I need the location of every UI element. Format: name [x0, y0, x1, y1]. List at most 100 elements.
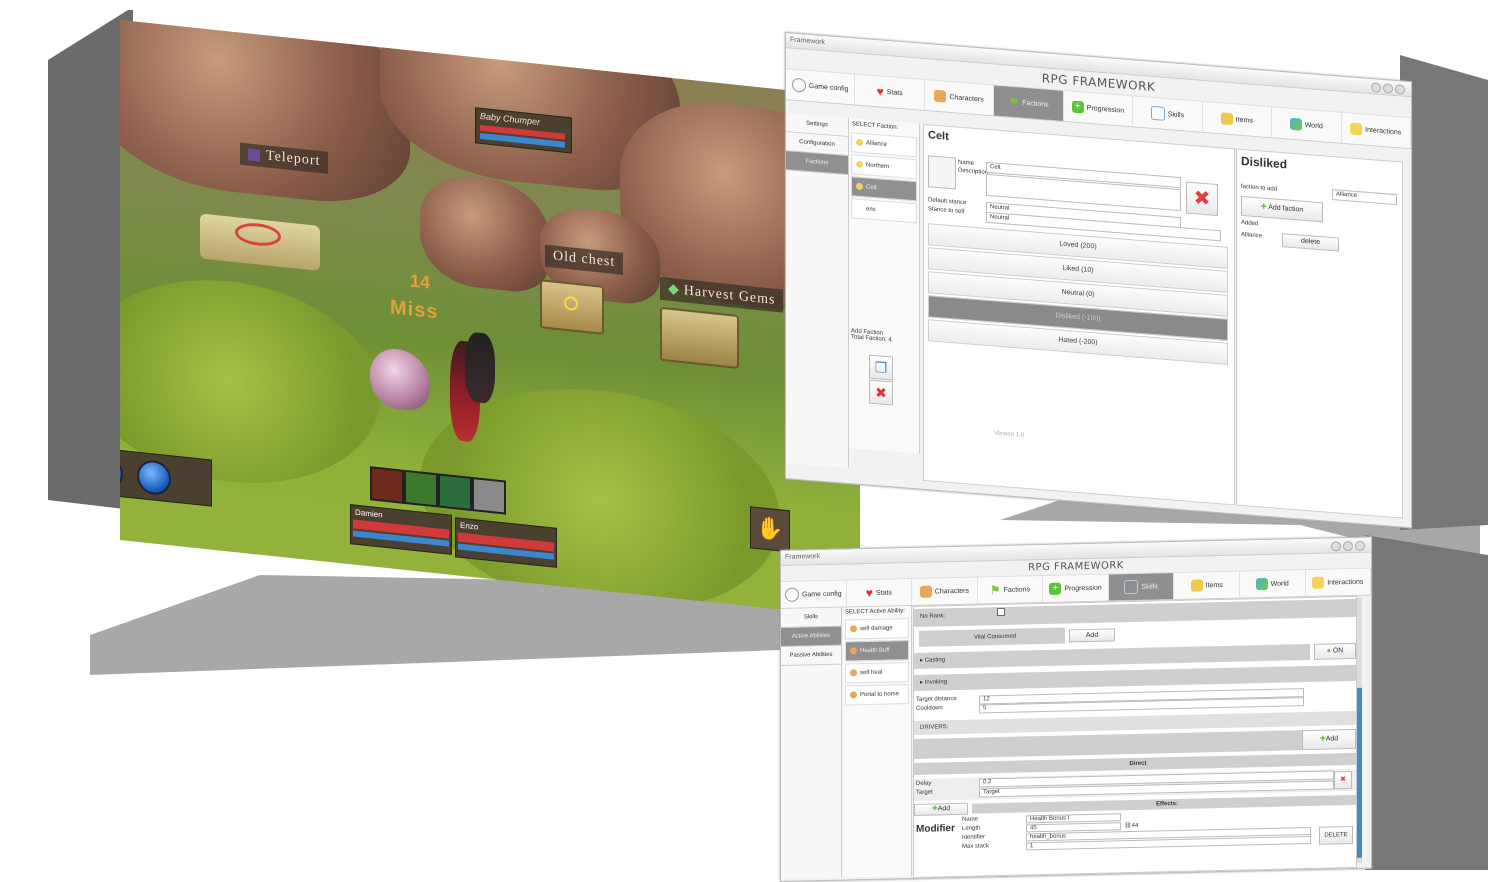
skills-icon	[1124, 579, 1139, 595]
copy-button[interactable]: ❐	[869, 354, 893, 381]
list-item[interactable]: self damage	[845, 618, 909, 640]
ability-form: No Rank: Vital Consumed Add ▸ Casting ● …	[913, 595, 1357, 878]
tab-characters[interactable]: Characters	[912, 577, 978, 606]
scrollbar-thumb[interactable]	[1357, 687, 1362, 858]
maximize-button[interactable]	[1383, 83, 1393, 94]
minimize-button[interactable]	[1371, 82, 1381, 93]
faction-detail: Celt Name Description Celt ✖ Default sta…	[923, 123, 1235, 506]
teleport-pad[interactable]	[200, 213, 320, 272]
faction-list: SELECT Faction: Alliance Northern Celt e…	[849, 118, 920, 454]
tab-label: Interactions	[1327, 578, 1364, 587]
casting-section[interactable]: ▸ Casting	[914, 643, 1310, 669]
add-driver-button[interactable]: ✚Add	[1302, 728, 1356, 751]
list-item[interactable]: Health Buff	[845, 640, 909, 662]
heal-skill-icon[interactable]	[438, 473, 472, 511]
list-item[interactable]: ens	[851, 198, 917, 224]
sidebar-item-factions[interactable]: Factions	[786, 151, 848, 175]
tab-factions[interactable]: ⚑ Factions	[994, 85, 1064, 121]
flag-icon: ⚑	[989, 582, 1001, 598]
delete-button[interactable]: delete	[1282, 233, 1339, 252]
delete-icon[interactable]: ✖	[1186, 181, 1218, 217]
delete-driver-icon[interactable]: ✖	[1334, 771, 1352, 790]
gem-icon: ◆	[668, 281, 680, 298]
casting-toggle[interactable]: ● ON	[1314, 642, 1356, 660]
faction-to-add-label: faction to add	[1241, 183, 1278, 193]
ability-name: Health Buff	[860, 647, 890, 655]
target-distance-label: Target distance	[916, 695, 957, 703]
delete-faction-button[interactable]: ✖	[869, 379, 893, 406]
tab-items[interactable]: Items	[1174, 571, 1240, 600]
add-vital-button[interactable]: Add	[1069, 627, 1115, 642]
delete-modifier-button[interactable]: DELETE	[1319, 825, 1353, 845]
game-viewport[interactable]: Teleport Old chest ◆ Harvest Gems Baby Ch…	[120, 20, 860, 618]
faction-to-add-select[interactable]: Alliance	[1332, 189, 1397, 206]
vital-consumed-label: Vital Consumed	[919, 627, 1065, 647]
tab-skills[interactable]: Skills	[1133, 96, 1203, 132]
faction-icon	[856, 138, 863, 147]
list-item[interactable]: Portal to home	[845, 684, 909, 706]
tab-label: World	[1270, 579, 1289, 588]
tab-stats[interactable]: ♥ Stats	[855, 74, 925, 111]
tab-label: Progression	[1086, 104, 1125, 115]
tab-game-config[interactable]: Game config	[786, 69, 856, 105]
up-arrow-orb-icon[interactable]	[137, 458, 171, 497]
cliff-rock	[120, 20, 410, 211]
skills-icon	[1150, 105, 1165, 121]
add-faction-button[interactable]: ✚ Add faction	[1241, 195, 1323, 223]
tab-characters[interactable]: Characters	[924, 80, 995, 116]
up-arrow-orb-icon[interactable]	[120, 453, 123, 492]
added-label: Added	[1241, 219, 1259, 228]
old-chest[interactable]	[540, 279, 604, 335]
faction-icon	[856, 160, 863, 169]
sidebar-item-passive-abilities[interactable]: Passive Abilities	[781, 645, 841, 666]
list-item[interactable]: Northern	[851, 154, 917, 180]
sword-skill-icon[interactable]	[370, 466, 404, 504]
tab-world[interactable]: World	[1239, 570, 1306, 598]
sidebar-item-active-abilities[interactable]: Active Abilities	[781, 626, 841, 647]
no-rank-checkbox[interactable]	[996, 607, 1005, 617]
interactions-icon	[1350, 122, 1363, 136]
ability-name: Portal to home	[860, 691, 900, 699]
add-faction-info: Add Faction Total Faction: 4	[851, 328, 892, 343]
modifier-length-label: Length	[962, 825, 981, 832]
harvest-gems-node[interactable]	[660, 306, 739, 370]
add-label: Add	[1325, 735, 1339, 743]
tab-label: Factions	[1022, 99, 1049, 109]
leaf-skill-icon[interactable]	[404, 469, 438, 508]
tab-world[interactable]: World	[1272, 107, 1342, 143]
tab-progression[interactable]: + Progression	[1043, 574, 1109, 603]
casting-label: Casting	[924, 657, 946, 664]
tab-skills[interactable]: Skills	[1108, 573, 1175, 601]
default-stance-label: Default stance	[928, 197, 967, 207]
close-button[interactable]	[1395, 84, 1405, 95]
tab-label: Stats	[875, 588, 892, 597]
miss-text: Miss	[390, 296, 439, 324]
form-scrollbar[interactable]	[1357, 597, 1362, 863]
heart-icon: ♥	[876, 84, 884, 99]
tab-factions[interactable]: ⚑ Factions	[977, 576, 1044, 604]
faction-portrait[interactable]	[928, 155, 956, 190]
list-item[interactable]: self heal	[845, 662, 909, 684]
interact-hand-icon[interactable]: ✋	[750, 506, 790, 553]
gear-icon	[784, 587, 799, 602]
list-item[interactable]: Celt	[851, 176, 917, 202]
faction-name: ens	[866, 206, 876, 214]
empty-skill-slot[interactable]	[472, 476, 506, 515]
editor-window-skills: Framework RPG FRAMEWORK Game config ♥ Sta…	[780, 536, 1372, 882]
tab-items[interactable]: Items	[1202, 101, 1273, 138]
companion-character[interactable]	[465, 331, 495, 405]
tab-game-config[interactable]: Game config	[781, 580, 847, 608]
toggle-label: ON	[1332, 647, 1344, 655]
tab-interactions[interactable]: Interactions	[1341, 112, 1411, 149]
tab-stats[interactable]: ♥ Stats	[846, 579, 913, 607]
tab-progression[interactable]: + Progression	[1063, 90, 1134, 127]
ability-name: self heal	[860, 669, 883, 677]
boulder	[420, 171, 550, 296]
no-rank-label: No Rank:	[920, 613, 946, 620]
sidebar-item-skills[interactable]: Skills	[781, 607, 841, 628]
tab-interactions[interactable]: Interactions	[1305, 568, 1372, 597]
plus-icon: +	[1049, 582, 1062, 595]
list-item[interactable]: Alliance	[851, 132, 917, 158]
stance-self-label: Stance to self	[928, 206, 965, 216]
version-label: Version 1.0	[994, 430, 1025, 439]
